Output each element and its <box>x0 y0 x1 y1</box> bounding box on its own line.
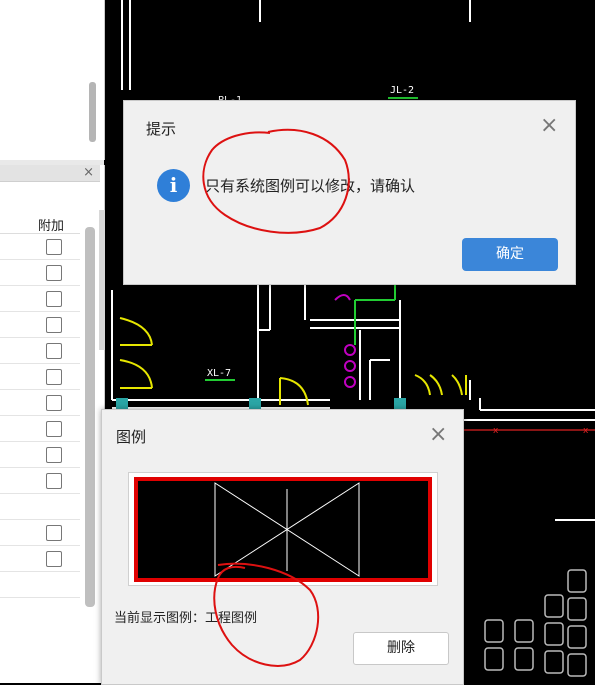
info-icon: i <box>157 169 190 202</box>
legend-close-icon[interactable]: × <box>429 424 447 446</box>
axis-marker-1: x <box>493 426 499 436</box>
valve-symbol-icon <box>214 482 360 577</box>
row-checkbox[interactable] <box>46 551 62 567</box>
legend-dialog-title: 图例 <box>116 428 147 446</box>
row-checkbox[interactable] <box>46 265 62 281</box>
prompt-dialog-title: 提示 <box>146 120 177 138</box>
column-header: 附加 <box>0 207 80 234</box>
row-checkbox[interactable] <box>46 317 62 333</box>
row-checkbox[interactable] <box>46 525 62 541</box>
property-panel-top <box>0 0 105 160</box>
table-row <box>0 285 80 312</box>
panel-top-scrollbar[interactable] <box>89 82 96 142</box>
table-row <box>0 233 80 260</box>
table-row <box>0 415 80 442</box>
property-panel: × 附加 <box>0 165 105 683</box>
delete-button[interactable]: 删除 <box>353 632 449 665</box>
table-row <box>0 389 80 416</box>
row-checkbox[interactable] <box>46 369 62 385</box>
table-row <box>0 337 80 364</box>
panel-scrollbar[interactable] <box>85 227 95 607</box>
panel-header: × <box>0 165 100 182</box>
table-row <box>0 519 80 546</box>
row-checkbox[interactable] <box>46 395 62 411</box>
table-row <box>0 311 80 338</box>
legend-preview-frame <box>128 472 438 586</box>
chairs <box>484 569 587 677</box>
current-legend-label: 当前显示图例：工程图例 <box>114 611 258 626</box>
table-row <box>0 467 80 494</box>
panel-splitter[interactable] <box>99 210 105 350</box>
pipe-label-xl7: XL-7 <box>207 368 231 379</box>
door-swings <box>119 317 467 406</box>
table-row <box>0 493 80 520</box>
table-row <box>0 441 80 468</box>
prompt-close-icon[interactable]: × <box>540 115 558 137</box>
panel-close-icon[interactable]: × <box>83 165 94 180</box>
legend-preview <box>134 477 432 582</box>
confirm-button[interactable]: 确定 <box>462 238 558 271</box>
row-checkbox[interactable] <box>46 421 62 437</box>
legend-dialog: 图例 × 当前显示图例：工程图例 删除 <box>101 409 464 685</box>
row-checkbox[interactable] <box>46 473 62 489</box>
pipe-label-jl2: JL-2 <box>390 85 414 96</box>
table-row <box>0 363 80 390</box>
table-row <box>0 259 80 286</box>
table-row <box>0 571 80 598</box>
prompt-dialog: 提示 × i 只有系统图例可以修改，请确认 确定 <box>123 100 576 285</box>
row-checkbox[interactable] <box>46 239 62 255</box>
row-checkbox[interactable] <box>46 343 62 359</box>
column-header-label: 附加 <box>38 219 65 234</box>
row-checkbox[interactable] <box>46 291 62 307</box>
row-checkbox[interactable] <box>46 447 62 463</box>
fixtures <box>334 294 356 388</box>
axis-marker-2: x <box>583 426 589 436</box>
table-row <box>0 545 80 572</box>
prompt-message: 只有系统图例可以修改，请确认 <box>205 177 416 195</box>
